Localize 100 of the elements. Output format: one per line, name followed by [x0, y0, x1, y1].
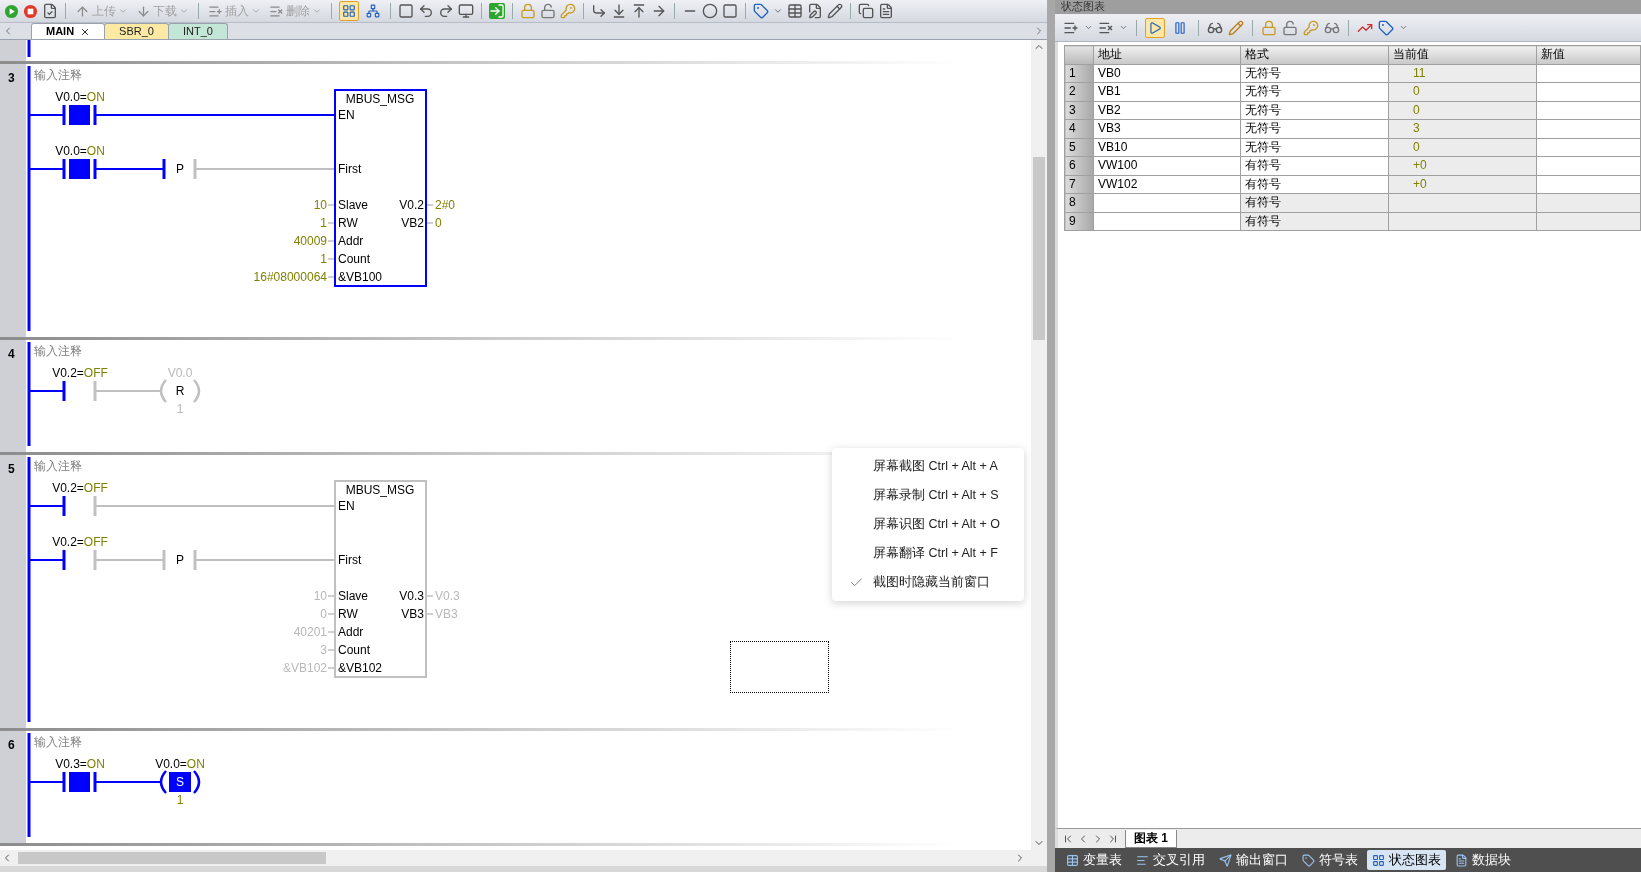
coil-icon[interactable]	[702, 3, 718, 19]
unlocked-icon[interactable]	[540, 3, 556, 19]
tag-icon[interactable]	[1378, 19, 1394, 36]
output-value: 0	[435, 216, 442, 230]
send-icon	[1219, 853, 1232, 867]
tag-icon[interactable]	[753, 3, 769, 19]
transition-contact-symbol[interactable]	[162, 550, 197, 570]
network-comment[interactable]: 输入注释	[34, 68, 82, 82]
input-pin-label: Addr	[338, 234, 364, 248]
contact-symbol[interactable]	[62, 381, 97, 401]
monitor-icon[interactable]	[458, 3, 474, 19]
network-number: 5	[8, 462, 15, 476]
last-sheet-icon[interactable]	[1107, 832, 1119, 845]
caret-icon	[251, 6, 261, 16]
panel-tab[interactable]: 数据块	[1450, 850, 1516, 870]
unlocked-icon[interactable]	[1282, 19, 1298, 36]
wire	[28, 114, 65, 116]
coil-label: V0.0=ON	[155, 757, 205, 771]
run-icon[interactable]	[4, 3, 19, 19]
contact-symbol[interactable]	[62, 550, 97, 570]
network-comment[interactable]: 输入注释	[34, 344, 82, 358]
panel-tab[interactable]: 输出窗口	[1214, 850, 1293, 870]
wire	[95, 559, 165, 561]
transition-contact-symbol[interactable]	[162, 159, 197, 179]
coil-symbol[interactable]	[159, 379, 201, 403]
contact-symbol[interactable]	[62, 159, 97, 179]
edit-document-icon[interactable]	[807, 3, 823, 19]
contact-symbol[interactable]	[62, 772, 97, 792]
sheet-tab[interactable]: 图表 1	[1125, 829, 1177, 848]
block-title: MBUS_MSG	[345, 92, 415, 106]
copy-icon[interactable]	[858, 3, 874, 19]
menu-item[interactable]: 屏幕翻译 Ctrl + Alt + F	[832, 539, 1024, 568]
table-icon[interactable]	[787, 3, 803, 19]
function-block-frame[interactable]	[334, 89, 427, 287]
grid-icon[interactable]	[339, 1, 359, 21]
redo-icon[interactable]	[438, 3, 454, 19]
panel-tab[interactable]: 交叉引用	[1131, 850, 1210, 870]
caret-icon[interactable]	[1119, 23, 1128, 32]
column-header[interactable]: 格式	[1240, 45, 1389, 64]
input-pin-label: EN	[338, 499, 355, 513]
output-pin-label: VB2	[401, 216, 424, 230]
stop-icon[interactable]	[23, 3, 38, 19]
document-check-icon[interactable]	[42, 3, 58, 19]
column-header[interactable]: 新值	[1536, 45, 1641, 64]
scrollbar-thumb[interactable]	[1033, 157, 1045, 340]
input-value: 1	[320, 216, 327, 230]
menu-item[interactable]: 屏幕识图 Ctrl + Alt + O	[832, 510, 1024, 539]
wire	[95, 781, 161, 783]
program-tab[interactable]: INT_0	[167, 23, 228, 39]
insert-rows-icon	[208, 3, 223, 19]
document-icon	[1455, 853, 1468, 867]
panel-title: 状态图表	[1061, 0, 1106, 12]
panel-tab[interactable]: 变量表	[1061, 850, 1127, 870]
column-header[interactable]: 当前值	[1388, 45, 1537, 64]
input-value: 40201	[293, 625, 327, 639]
document-icon[interactable]	[878, 3, 894, 19]
contact-symbol[interactable]	[62, 105, 97, 125]
contact-label: V0.2=OFF	[52, 535, 108, 549]
input-pin-label: RW	[338, 216, 358, 230]
contact-symbol[interactable]	[62, 496, 97, 516]
grid-icon	[1372, 853, 1385, 867]
table-icon	[1066, 853, 1079, 867]
network-comment[interactable]: 输入注释	[34, 459, 82, 473]
pencil-icon[interactable]	[827, 3, 843, 19]
program-tab[interactable]: MAIN	[31, 23, 106, 39]
program-tab[interactable]: SBR_0	[104, 23, 169, 39]
column-header[interactable]: 地址	[1093, 45, 1241, 64]
wire	[28, 559, 65, 561]
caret-icon[interactable]	[773, 6, 783, 16]
enter-icon[interactable]	[489, 3, 505, 19]
vertical-scrollbar[interactable]	[1031, 40, 1047, 850]
panel-tab[interactable]: 状态图表	[1367, 850, 1446, 870]
menu-item[interactable]: 截图时隐藏当前窗口	[832, 568, 1024, 597]
up-to-line-icon[interactable]	[631, 3, 647, 19]
caret-icon[interactable]	[1399, 23, 1408, 32]
menu-item[interactable]: 屏幕录制 Ctrl + Alt + S	[832, 481, 1024, 510]
down-to-line-icon[interactable]	[611, 3, 627, 19]
menu-item[interactable]: 屏幕截图 Ctrl + Alt + A	[832, 452, 1024, 481]
wire	[28, 390, 65, 392]
input-pin-label: RW	[338, 607, 358, 621]
first-sheet-icon[interactable]	[1062, 832, 1074, 845]
caret-icon[interactable]	[1084, 23, 1093, 32]
input-pin-label: Count	[338, 252, 371, 266]
square-icon[interactable]	[398, 3, 414, 19]
box-icon[interactable]	[722, 3, 738, 19]
undo-icon[interactable]	[418, 3, 434, 19]
network-number: 3	[8, 71, 15, 85]
function-block-frame[interactable]	[334, 480, 427, 678]
wire	[95, 168, 165, 170]
contact-label: V0.0=ON	[55, 90, 105, 104]
coil-symbol[interactable]	[159, 770, 201, 794]
network-comment[interactable]: 输入注释	[34, 735, 82, 749]
play-icon[interactable]	[1145, 17, 1165, 38]
close-icon[interactable]	[80, 26, 91, 37]
panel-tab[interactable]: 符号表	[1297, 850, 1363, 870]
pencil-icon[interactable]	[1228, 19, 1244, 36]
horizontal-scrollbar[interactable]	[0, 850, 1047, 866]
corner-arrow-icon[interactable]	[591, 3, 607, 19]
output-value: VB3	[435, 607, 458, 621]
scrollbar-thumb[interactable]	[18, 852, 326, 864]
